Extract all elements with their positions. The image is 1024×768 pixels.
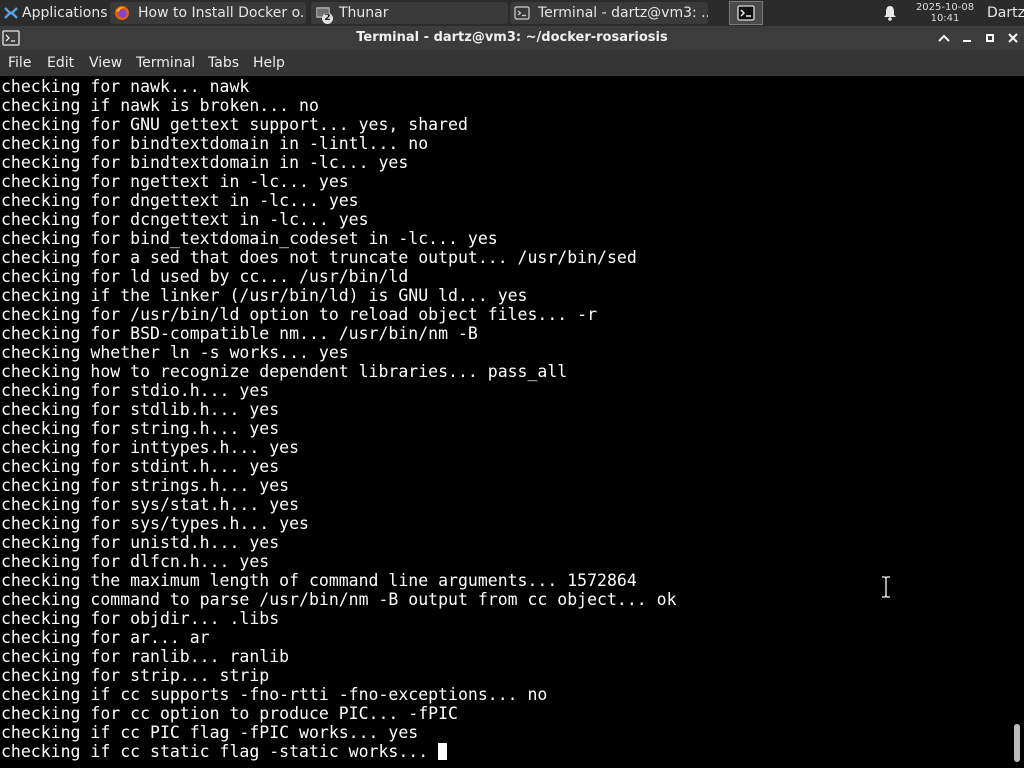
window-count-badge: 2 [322,13,333,24]
applications-menu-button[interactable]: Applications [0,0,108,26]
window-title: Terminal - dartz@vm3: ~/docker-rosariosi… [356,30,668,45]
bell-icon [884,6,896,21]
terminal-icon [514,6,530,20]
applications-icon [4,7,18,19]
minimize-button[interactable] [957,28,977,48]
applications-label: Applications [22,5,108,21]
thunar-icon: 2 [315,5,333,24]
terminal-line: checking for sys/types.h... yes [1,514,309,533]
menu-edit[interactable]: Edit [43,50,78,76]
user-menu[interactable]: Dartz [987,0,1024,26]
terminal-line: checking if the linker (/usr/bin/ld) is … [1,286,528,305]
menu-tabs[interactable]: Tabs [204,50,243,76]
taskbar-item-label: How to Install Docker o... [138,5,306,21]
terminal-line: checking for nawk... nawk [1,77,250,96]
shade-button[interactable] [934,28,954,48]
terminal-line: checking for ld used by cc... /usr/bin/l… [1,267,409,286]
terminal-output[interactable]: checking for nawk... nawk checking if na… [0,76,1010,768]
terminal-line: checking for GNU gettext support... yes,… [1,115,468,134]
terminal-line: checking the maximum length of command l… [1,571,637,590]
firefox-icon [115,6,129,20]
terminal-line: checking for stdlib.h... yes [1,400,280,419]
terminal-current-line: checking if cc static flag -static works… [1,742,677,761]
terminal-line: checking for objdir... .libs [1,609,280,628]
terminal-line: checking for dngettext in -lc... yes [1,191,359,210]
terminal-line: checking for dcngettext in -lc... yes [1,210,369,229]
clock-date: 2025-10-08 [915,2,975,13]
terminal-line: checking if nawk is broken... no [1,96,319,115]
clock-time: 10:41 [930,13,960,24]
terminal-line: checking for inttypes.h... yes [1,438,300,457]
window-titlebar[interactable]: Terminal - dartz@vm3: ~/docker-rosariosi… [0,26,1024,50]
taskbar-item-terminal[interactable]: Terminal - dartz@vm3: ... [510,2,708,24]
menu-help[interactable]: Help [249,50,289,76]
terminal-line: checking for strings.h... yes [1,476,290,495]
taskbar-item-label: Terminal - dartz@vm3: ... [538,5,708,21]
menu-view[interactable]: View [85,50,126,76]
scrollbar-thumb[interactable] [1014,724,1020,762]
terminal-icon [737,5,755,21]
close-button[interactable] [1003,28,1023,48]
terminal-line: checking whether ln -s works... yes [1,343,349,362]
terminal-line: checking for sys/stat.h... yes [1,495,300,514]
terminal-line: checking for ar... ar [1,628,210,647]
terminal-cursor [438,743,448,760]
terminal-line: checking command to parse /usr/bin/nm -B… [1,590,677,609]
terminal-scrollbar[interactable] [1010,76,1024,768]
terminal-line: checking for stdio.h... yes [1,381,270,400]
terminal-line: checking for ngettext in -lc... yes [1,172,349,191]
terminal-line: checking for BSD-compatible nm... /usr/b… [1,324,478,343]
close-icon [1008,33,1018,43]
top-panel: Applications How to Install Docker o... … [0,0,1024,26]
menubar: File Edit View Terminal Tabs Help [0,50,1024,76]
terminal-line: checking if cc supports -fno-rtti -fno-e… [1,685,548,704]
terminal-line: checking for a sed that does not truncat… [1,248,637,267]
terminal-line: checking for stdint.h... yes [1,457,280,476]
terminal-line: checking if cc PIC flag -fPIC works... y… [1,723,419,742]
terminal-line: checking for bind_textdomain_codeset in … [1,229,498,248]
terminal-launcher-button[interactable] [729,1,763,25]
menu-file[interactable]: File [4,50,35,76]
taskbar-item-firefox[interactable]: How to Install Docker o... [110,2,306,24]
terminal-line: checking for unistd.h... yes [1,533,280,552]
terminal-line: checking for string.h... yes [1,419,280,438]
text-cursor-icon [882,576,890,598]
menu-terminal[interactable]: Terminal [132,50,199,76]
terminal-line: checking for /usr/bin/ld option to reloa… [1,305,598,324]
terminal-line: checking how to recognize dependent libr… [1,362,568,381]
maximize-icon [986,34,994,42]
terminal-current-line-text: checking if cc static flag -static works… [1,742,439,761]
terminal-line: checking for ranlib... ranlib [1,647,290,666]
terminal-line: checking for cc option to produce PIC...… [1,704,458,723]
chevron-up-icon [938,34,950,42]
terminal-line: checking for strip... strip [1,666,270,685]
notifications-button[interactable] [880,0,900,26]
minimize-icon [963,40,971,42]
terminal-line: checking for dlfcn.h... yes [1,552,270,571]
clock[interactable]: 2025-10-08 10:41 [906,0,984,26]
taskbar-item-label: Thunar [339,5,389,21]
user-name: Dartz [987,5,1024,21]
maximize-button[interactable] [980,28,1000,48]
terminal-line: checking for bindtextdomain in -lc... ye… [1,153,409,172]
terminal-lines: checking for nawk... nawk checking if na… [1,77,677,761]
terminal-line: checking for bindtextdomain in -lintl...… [1,134,429,153]
taskbar-item-thunar[interactable]: 2 Thunar [311,2,508,24]
